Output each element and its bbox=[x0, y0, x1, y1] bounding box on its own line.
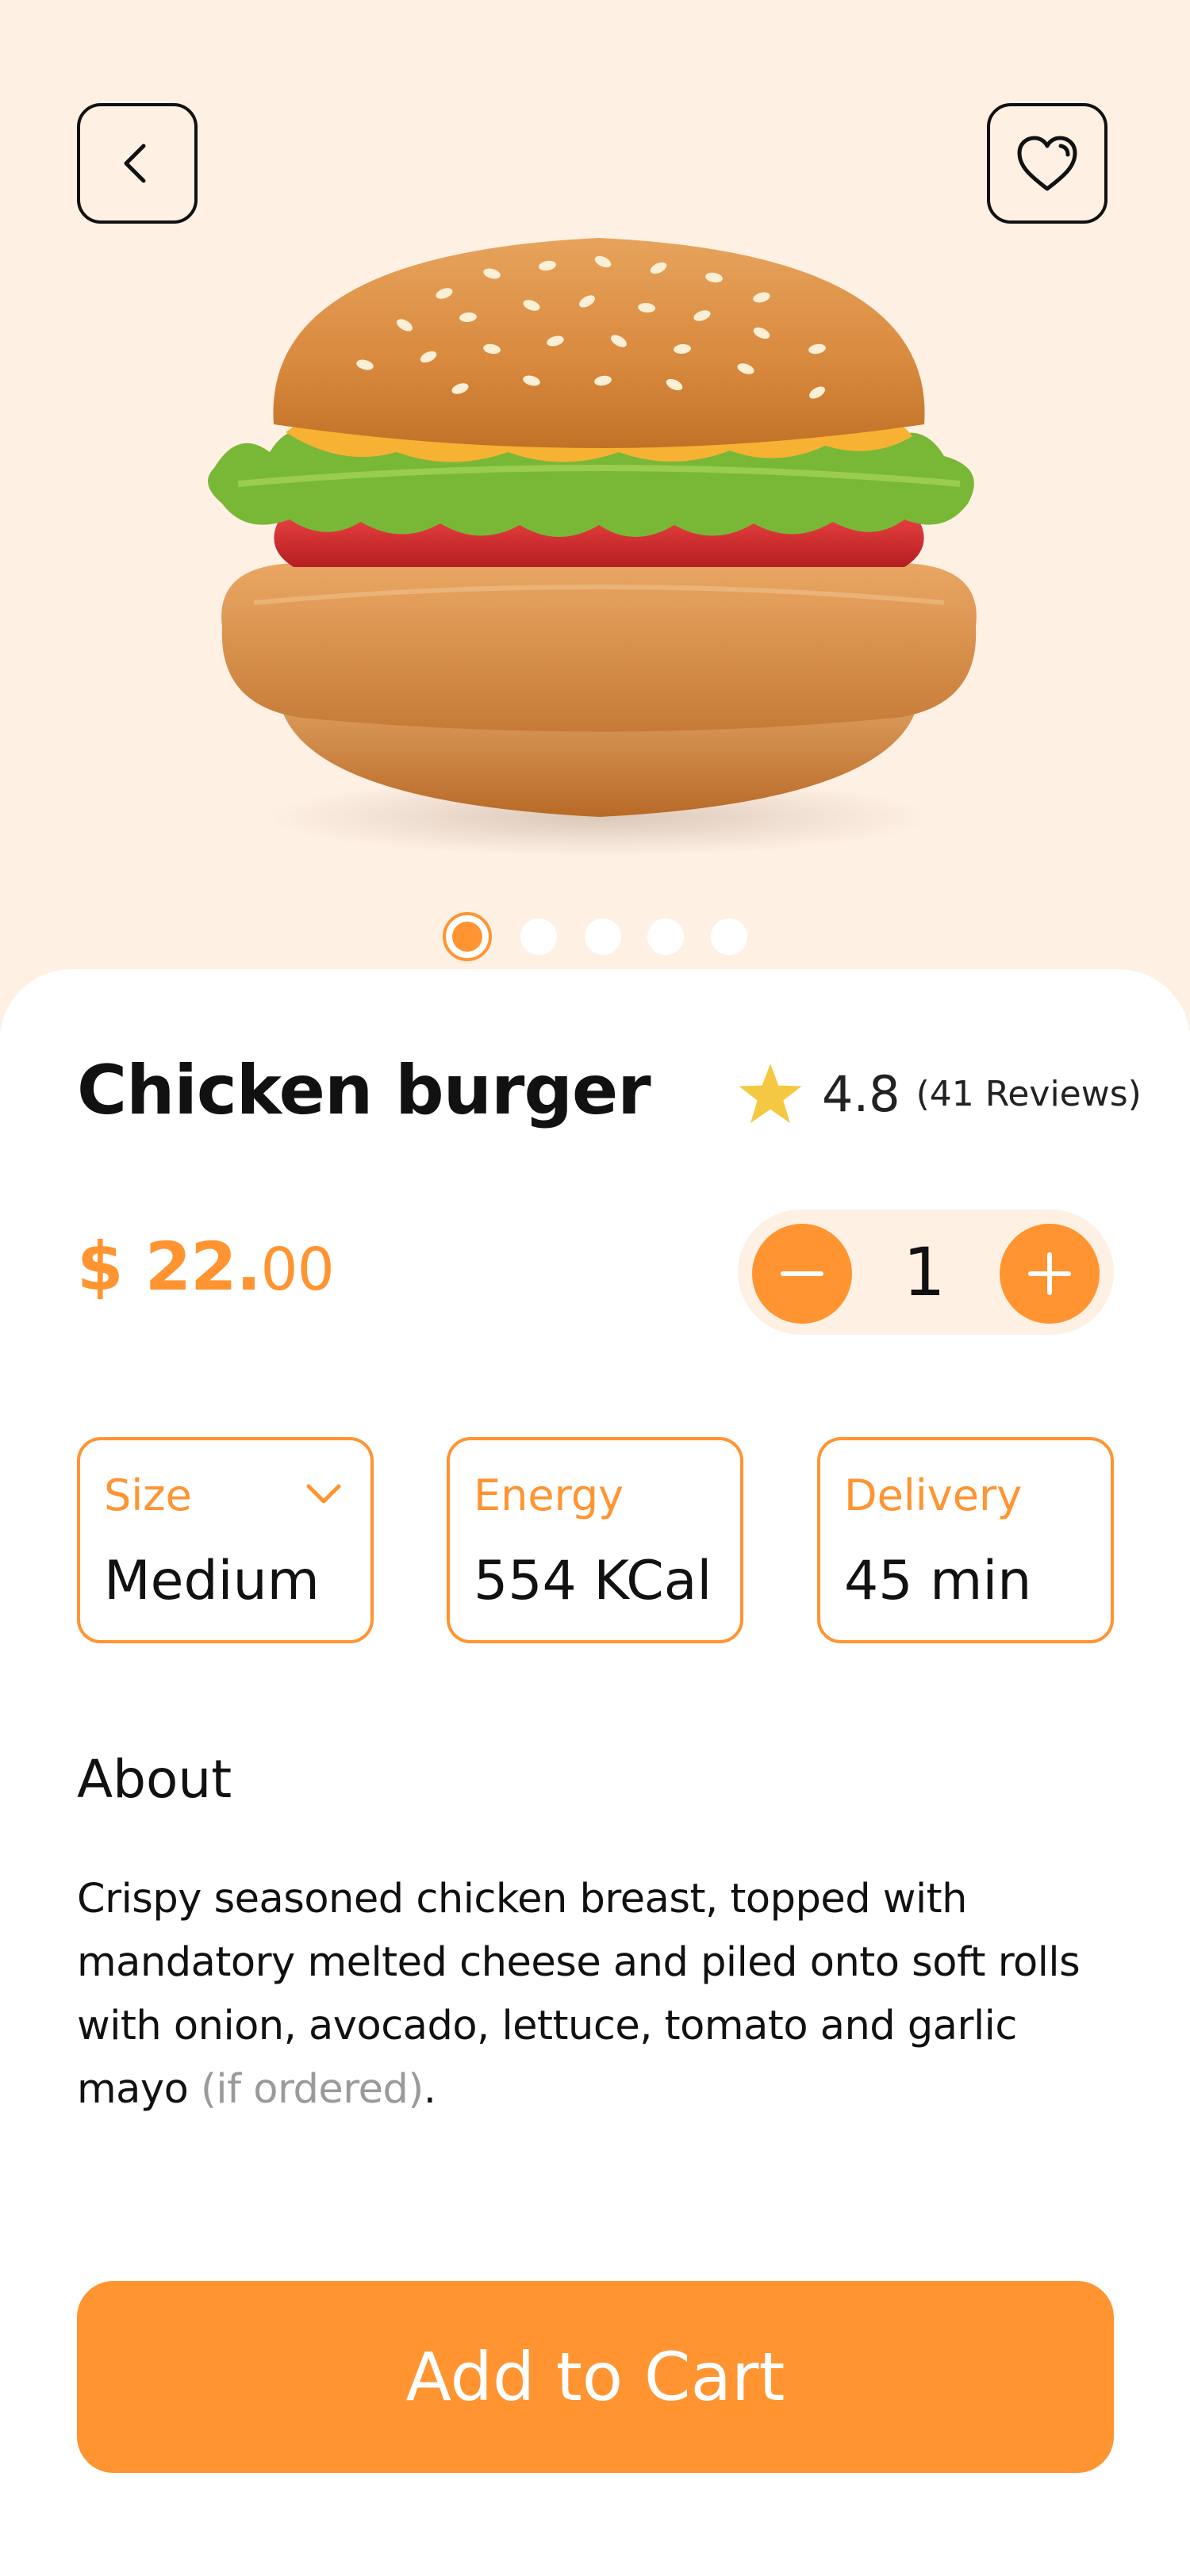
size-value: Medium bbox=[104, 1550, 320, 1612]
product-title: Chicken burger bbox=[77, 1051, 651, 1130]
price-main: $ 22. bbox=[77, 1228, 261, 1305]
delivery-card: Delivery 45 min bbox=[817, 1437, 1114, 1643]
decrease-quantity-button[interactable] bbox=[752, 1224, 852, 1324]
star-icon bbox=[739, 1064, 802, 1123]
chicken-burger-image bbox=[208, 238, 977, 857]
back-button[interactable] bbox=[77, 103, 198, 224]
energy-value: 554 KCal bbox=[474, 1550, 712, 1612]
add-to-cart-label: Add to Cart bbox=[405, 2338, 785, 2416]
pagination-dot[interactable] bbox=[711, 918, 747, 955]
pagination-dot[interactable] bbox=[585, 918, 621, 955]
product-price: $ 22.00 bbox=[77, 1228, 335, 1305]
quantity-value: 1 bbox=[903, 1233, 946, 1311]
delivery-value: 45 min bbox=[844, 1550, 1032, 1612]
add-to-cart-button[interactable]: Add to Cart bbox=[77, 2281, 1114, 2473]
gallery-pagination bbox=[0, 912, 1190, 961]
heart-icon bbox=[1017, 136, 1077, 191]
about-text-end: . bbox=[423, 2066, 436, 2113]
product-rating: 4.8 (41 Reviews) bbox=[736, 1058, 1142, 1129]
quantity-stepper: 1 bbox=[738, 1209, 1114, 1335]
pagination-dot-active[interactable] bbox=[443, 912, 492, 961]
delivery-label: Delivery bbox=[844, 1470, 1023, 1520]
pagination-dot[interactable] bbox=[520, 918, 557, 955]
pagination-dot[interactable] bbox=[647, 918, 684, 955]
energy-card: Energy 554 KCal bbox=[447, 1437, 743, 1643]
energy-label: Energy bbox=[474, 1470, 624, 1520]
rating-score: 4.8 bbox=[822, 1064, 900, 1123]
minus-icon bbox=[781, 1271, 823, 1276]
review-count[interactable]: (41 Reviews) bbox=[916, 1074, 1142, 1114]
about-description: Crispy seasoned chicken breast, topped w… bbox=[77, 1868, 1132, 2122]
chevron-down-icon bbox=[306, 1484, 341, 1504]
chevron-left-icon bbox=[124, 144, 146, 183]
size-selector[interactable]: Size Medium bbox=[77, 1437, 374, 1643]
about-heading: About bbox=[77, 1749, 232, 1810]
increase-quantity-button[interactable] bbox=[1000, 1224, 1100, 1324]
size-label: Size bbox=[104, 1470, 192, 1520]
price-cents: 00 bbox=[260, 1236, 335, 1304]
plus-icon bbox=[1028, 1252, 1071, 1295]
favorite-button[interactable] bbox=[987, 103, 1107, 224]
product-hero bbox=[0, 0, 1190, 1031]
about-muted-text: (if ordered) bbox=[201, 2066, 424, 2113]
